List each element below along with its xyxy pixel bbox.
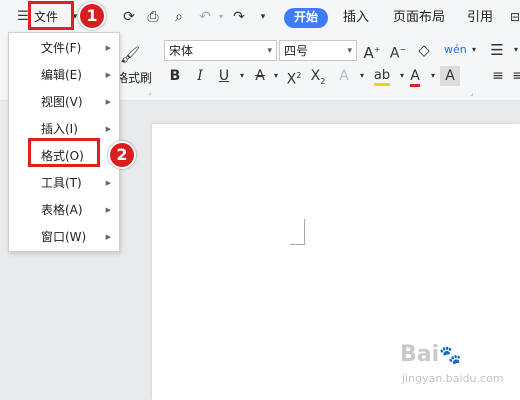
tab-page-layout[interactable]: 页面布局	[393, 8, 445, 28]
document-page[interactable]: Bai🐾 jingyan.baidu.com	[152, 124, 520, 400]
menu-item-label: 编辑(E)	[41, 68, 82, 82]
clear-format-icon[interactable]: ◇	[414, 40, 434, 60]
menu-item-label: 文件(F)	[41, 41, 82, 55]
format-brush-icon[interactable]: ⟳	[120, 8, 138, 26]
format-painter-label[interactable]: 格式刷	[116, 70, 152, 86]
chevron-down-icon[interactable]: ▾	[266, 66, 286, 86]
submenu-arrow-icon: ▶	[105, 206, 111, 214]
shrink-font-icon[interactable]: A−	[388, 40, 408, 62]
font-color-icon[interactable]: A	[405, 66, 425, 87]
watermark-site: jingyan.baidu.com	[402, 372, 504, 385]
align-left-icon[interactable]: ≡	[488, 66, 508, 86]
bold-icon[interactable]: B	[165, 66, 185, 86]
menu-item-table[interactable]: 表格(A) ▶	[9, 197, 119, 223]
chevron-down-icon[interactable]: ▾	[464, 40, 484, 60]
align-center-icon[interactable]: ≡	[508, 66, 520, 86]
chevron-down-icon[interactable]: ▾	[506, 40, 520, 60]
menu-item-tools[interactable]: 工具(T) ▶	[9, 170, 119, 196]
italic-icon[interactable]: I	[190, 66, 210, 86]
font-group-launcher-icon[interactable]: ⌟	[462, 88, 482, 98]
menu-item-window[interactable]: 窗口(W) ▶	[9, 224, 119, 250]
menu-item-label: 表格(A)	[41, 203, 83, 217]
print-preview-icon[interactable]: ⌕	[170, 8, 188, 26]
more-icon[interactable]: ▾	[254, 8, 272, 26]
submenu-arrow-icon: ▶	[105, 98, 111, 106]
chevron-down-icon: ▾	[347, 46, 352, 56]
highlight-icon[interactable]: ab	[372, 66, 392, 86]
underline-icon[interactable]: U	[214, 66, 234, 86]
font-name-value: 宋体	[169, 44, 194, 58]
grow-font-icon[interactable]: A+	[362, 40, 382, 62]
clipboard-group-launcher-icon[interactable]: ⌟	[148, 88, 151, 96]
format-painter-icon[interactable]: 🖌	[118, 44, 142, 66]
watermark-logo: Bai🐾	[400, 342, 462, 367]
tab-insert[interactable]: 插入	[343, 8, 369, 28]
chevron-down-icon[interactable]: ▾	[352, 66, 372, 86]
character-shading-icon[interactable]: A	[440, 66, 460, 86]
menu-item-file[interactable]: 文件(F) ▶	[9, 35, 119, 61]
redo-icon[interactable]: ↷	[230, 8, 248, 26]
font-size-value: 四号	[284, 44, 309, 58]
chevron-down-icon: ▾	[267, 46, 272, 56]
highlight-box-file	[28, 1, 74, 30]
pinyin-guide-icon[interactable]: wén	[444, 40, 467, 60]
print-icon[interactable]: ⎙	[144, 8, 162, 26]
next-tab-icon[interactable]: ⊟	[506, 8, 520, 26]
subscript-icon[interactable]: X2	[308, 66, 328, 86]
text-effect-icon[interactable]: A	[334, 66, 354, 86]
menu-item-edit[interactable]: 编辑(E) ▶	[9, 62, 119, 88]
watermark-brand: Bai	[400, 342, 440, 367]
submenu-arrow-icon: ▶	[105, 125, 111, 133]
submenu-arrow-icon: ▶	[105, 233, 111, 241]
step-2-badge: 2	[108, 141, 136, 169]
margin-corner-marker	[290, 219, 305, 245]
submenu-arrow-icon: ▶	[105, 179, 111, 187]
bullet-list-icon[interactable]: ☰	[487, 40, 507, 60]
submenu-arrow-icon: ▶	[105, 44, 111, 52]
tab-references[interactable]: 引用	[467, 8, 493, 28]
tab-start[interactable]: 开始	[284, 8, 328, 28]
step-1-badge: 1	[78, 2, 106, 30]
submenu-arrow-icon: ▶	[105, 71, 111, 79]
menu-item-label: 视图(V)	[41, 95, 83, 109]
superscript-icon[interactable]: X2	[284, 66, 304, 88]
chevron-down-icon[interactable]: ▾	[232, 66, 252, 86]
menu-item-view[interactable]: 视图(V) ▶	[9, 89, 119, 115]
menu-item-label: 窗口(W)	[41, 230, 87, 244]
highlight-box-format	[28, 138, 100, 167]
font-name-select[interactable]: 宋体 ▾	[164, 40, 277, 61]
font-size-select[interactable]: 四号 ▾	[279, 40, 357, 61]
undo-dropdown-icon[interactable]: ▾	[212, 8, 230, 26]
menu-item-label: 工具(T)	[41, 176, 82, 190]
